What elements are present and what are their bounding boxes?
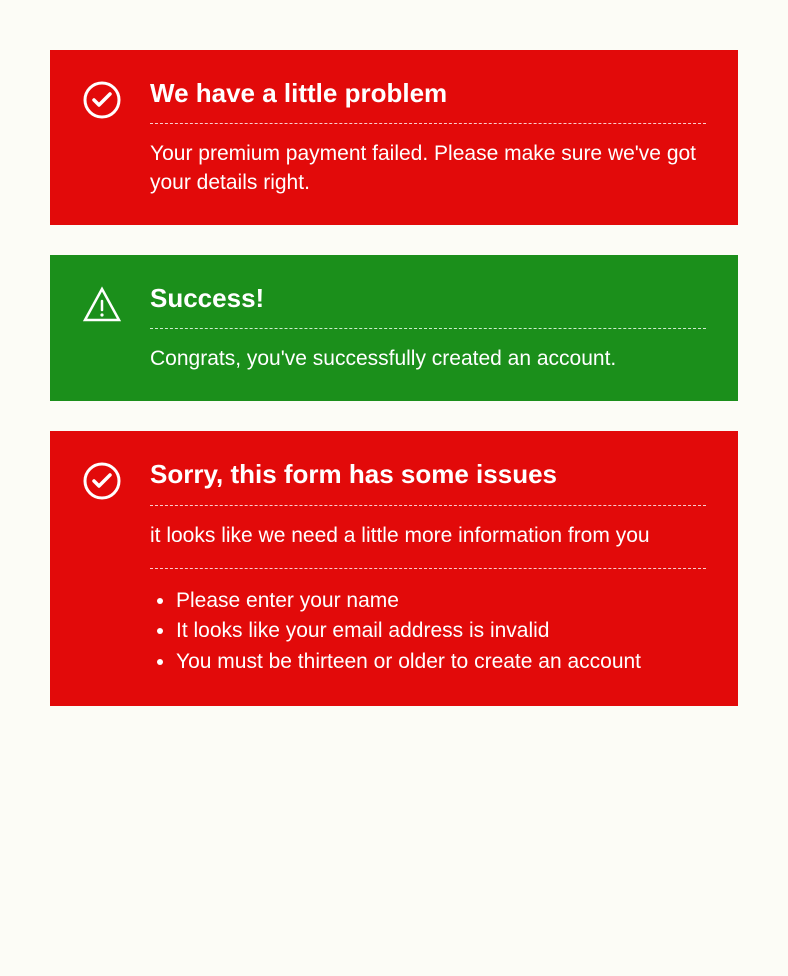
alert-message: Congrats, you've successfully created an…	[150, 345, 706, 373]
alert-success: Success! Congrats, you've successfully c…	[50, 255, 738, 402]
alert-content: Success! Congrats, you've successfully c…	[150, 283, 706, 374]
check-circle-icon	[82, 461, 122, 501]
alert-title: Sorry, this form has some issues	[150, 459, 706, 505]
alert-content: We have a little problem Your premium pa…	[150, 78, 706, 197]
alert-error-form: Sorry, this form has some issues it look…	[50, 431, 738, 706]
alert-title: Success!	[150, 283, 706, 329]
alert-error-payment: We have a little problem Your premium pa…	[50, 50, 738, 225]
check-circle-icon	[82, 80, 122, 120]
alert-issues-separator	[150, 568, 706, 569]
alert-issues-list: Please enter your name It looks like you…	[150, 587, 706, 676]
alert-message: it looks like we need a little more info…	[150, 522, 706, 550]
alert-content: Sorry, this form has some issues it look…	[150, 459, 706, 678]
alert-title: We have a little problem	[150, 78, 706, 124]
warning-triangle-icon	[82, 285, 122, 325]
alert-message: Your premium payment failed. Please make…	[150, 140, 706, 197]
alert-issue-item: You must be thirteen or older to create …	[176, 648, 706, 676]
alert-issue-item: Please enter your name	[176, 587, 706, 615]
alert-issue-item: It looks like your email address is inva…	[176, 617, 706, 645]
